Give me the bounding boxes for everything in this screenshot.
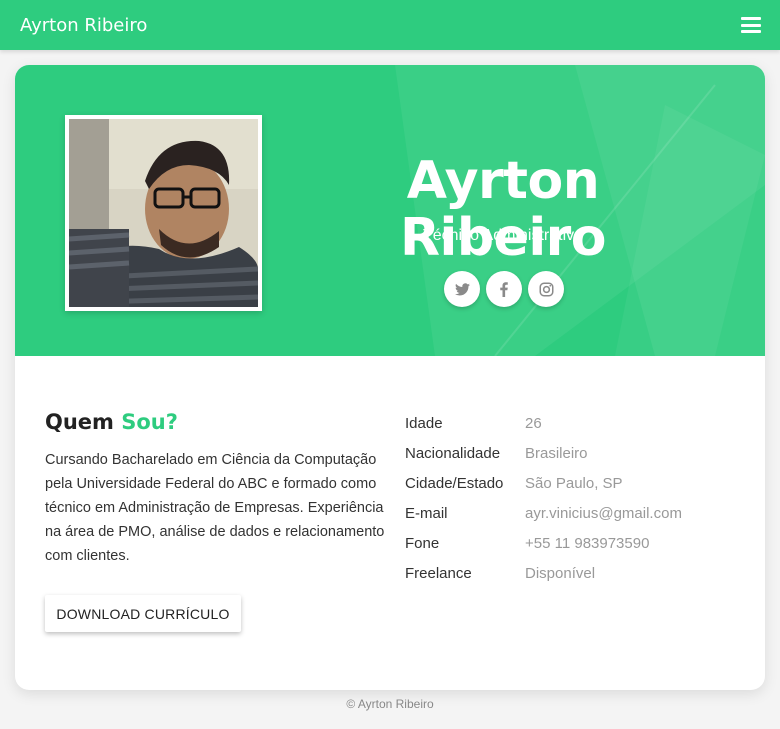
info-value: Brasileiro [525, 444, 588, 462]
footer-copyright: © Ayrton Ribeiro [346, 697, 434, 711]
profile-header: Ayrton Ribeiro Técnico Administrativo [15, 65, 765, 356]
info-label: Idade [405, 414, 443, 432]
twitter-icon[interactable] [444, 271, 480, 307]
profile-card: Ayrton Ribeiro Técnico Administrativo Qu… [15, 65, 765, 690]
profile-role: Técnico Administrativo [422, 227, 584, 244]
info-value: São Paulo, SP [525, 474, 623, 492]
info-row-freelance: Freelance Disponível [405, 558, 745, 588]
info-label: Nacionalidade [405, 444, 501, 462]
profile-name: Ayrton Ribeiro [399, 151, 607, 269]
facebook-icon[interactable] [486, 271, 522, 307]
navbar: Ayrton Ribeiro [0, 0, 780, 50]
profile-photo [65, 115, 262, 311]
brand-title[interactable]: Ayrton Ribeiro [20, 15, 147, 36]
social-links [444, 271, 564, 307]
about-section: Quem Sou? Cursando Bacharelado em Ciênci… [45, 410, 385, 568]
hamburger-menu-icon[interactable] [741, 17, 761, 33]
info-value: 26 [525, 414, 542, 432]
info-row-email: E-mail ayr.vinicius@gmail.com [405, 498, 745, 528]
personal-info-list: Idade 26 Nacionalidade Brasileiro Cidade… [405, 408, 745, 588]
instagram-icon[interactable] [528, 271, 564, 307]
about-title-accent: Sou? [121, 410, 178, 434]
about-title: Quem Sou? [45, 410, 385, 434]
info-row-city-state: Cidade/Estado São Paulo, SP [405, 468, 745, 498]
info-label: E-mail [405, 504, 448, 522]
download-resume-button[interactable]: DOWNLOAD CURRÍCULO [45, 595, 241, 632]
info-value: +55 11 983973590 [525, 534, 650, 552]
info-label: Cidade/Estado [405, 474, 504, 492]
info-value: ayr.vinicius@gmail.com [525, 504, 682, 522]
info-label: Fone [405, 534, 440, 552]
about-text: Cursando Bacharelado em Ciência da Compu… [45, 452, 385, 564]
info-row-nationality: Nacionalidade Brasileiro [405, 438, 745, 468]
info-row-phone: Fone +55 11 983973590 [405, 528, 745, 558]
info-label: Freelance [405, 564, 472, 582]
info-value: Disponível [525, 564, 596, 582]
about-title-main: Quem [45, 410, 114, 434]
info-row-age: Idade 26 [405, 408, 745, 438]
